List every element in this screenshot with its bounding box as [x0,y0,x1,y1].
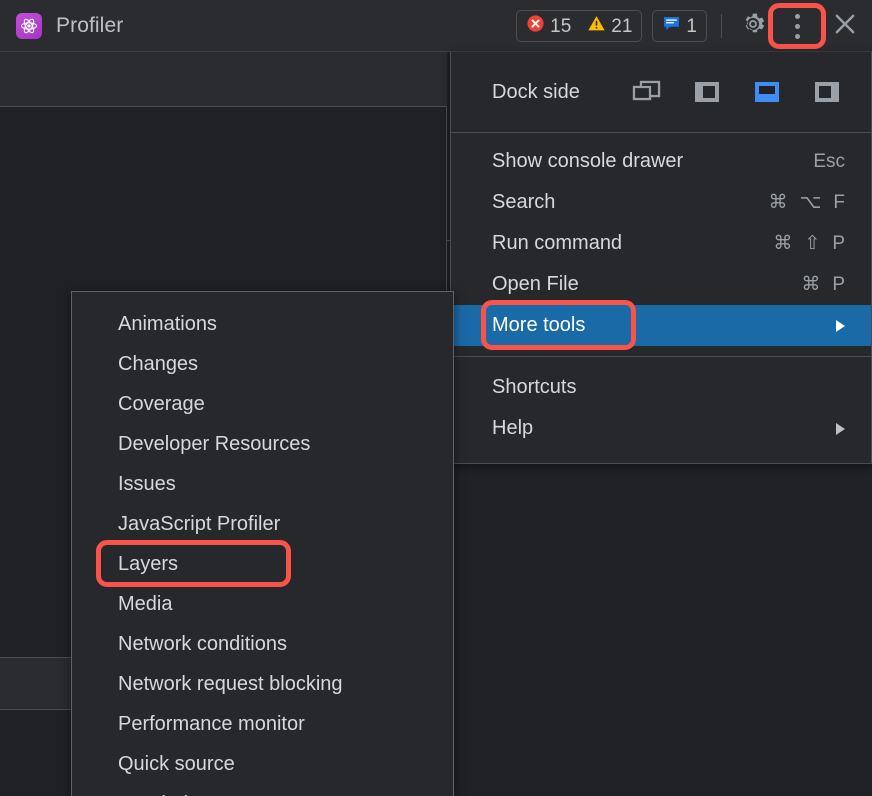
menu-item-shortcut: ⌘ ⌥ F [768,191,845,214]
submenu-item-rendering[interactable]: Rendering [72,784,453,796]
message-counter-group: 1 [662,14,697,38]
menu-item-shortcut: ⌘ P [801,273,845,296]
submenu-item-label: Rendering [118,793,210,796]
submenu-item-issues[interactable]: Issues [72,464,453,504]
shortcut-key: P [832,232,845,254]
menu-item-label: Shortcuts [492,376,577,398]
shortcut-key: ⌘ [801,274,821,295]
menu-items-secondary: Shortcuts Help [451,357,871,463]
warning-count: 21 [611,15,633,37]
shortcut-key: ⌥ [799,192,822,213]
submenu-item-javascript-profiler[interactable]: JavaScript Profiler [72,504,453,544]
submenu-item-label: Performance monitor [118,712,305,735]
submenu-item-label: Layers [118,552,179,575]
error-circle-icon [526,14,545,38]
submenu-item-label: Network request blocking [118,672,343,695]
gear-icon [740,11,766,42]
submenu-item-media[interactable]: Media [72,584,453,624]
shortcut-key: Esc [813,150,845,172]
submenu-item-changes[interactable]: Changes [72,344,453,384]
panel-toolbar-background [0,52,447,107]
message-counter[interactable]: 1 [652,10,707,42]
dock-side-label: Dock side [492,80,580,103]
menu-item-run-command[interactable]: Run command ⌘ ⇧ P [451,223,871,264]
submenu-item-layers[interactable]: Layers [72,540,453,587]
undock-into-separate-window-icon[interactable] [629,74,665,110]
dock-to-left-icon[interactable] [689,74,725,110]
react-atom-icon [16,12,42,39]
menu-item-label: Open File [492,273,579,295]
devtools-toolbar: Profiler 15 21 1 [0,0,872,52]
submenu-item-label: Network conditions [118,632,287,655]
chevron-right-icon [836,319,845,332]
menu-item-shortcuts[interactable]: Shortcuts [451,367,871,408]
submenu-item-performance-monitor[interactable]: Performance monitor [72,704,453,744]
menu-item-shortcut: ⌘ ⇧ P [773,232,845,255]
menu-item-label: More tools [492,314,586,336]
menu-item-more-tools[interactable]: More tools [451,300,871,350]
devtools-window: Profiler 15 21 1 Dock side Show console … [0,0,872,796]
menu-item-open-file[interactable]: Open File ⌘ P [451,264,871,305]
submenu-item-quick-source[interactable]: Quick source [72,744,453,784]
menu-item-help[interactable]: Help [451,408,871,449]
close-button[interactable] [828,9,862,43]
error-counter[interactable]: 15 [526,14,571,38]
error-count: 15 [550,15,572,37]
submenu-item-label: Media [118,592,173,615]
page-title: Profiler [56,13,124,37]
submenu-item-label: Quick source [118,752,235,775]
submenu-item-network-conditions[interactable]: Network conditions [72,624,453,664]
submenu-item-label: JavaScript Profiler [118,512,281,535]
settings-button[interactable] [736,9,770,43]
dock-side-row: Dock side [451,52,871,132]
submenu-item-network-request-blocking[interactable]: Network request blocking [72,664,453,704]
menu-items-primary: Show console drawer Esc Search ⌘ ⌥ F Run… [451,133,871,356]
three-dots-vertical-icon [794,13,800,39]
shortcut-key: P [832,273,845,295]
submenu-item-label: Animations [118,312,217,335]
dock-side-options [629,74,845,110]
more-options-button[interactable] [768,3,826,49]
menu-item-label: Run command [492,232,623,254]
toolbar-right-group: 15 21 1 [516,0,872,52]
warning-triangle-icon [587,14,606,38]
submenu-item-label: Coverage [118,392,205,415]
submenu-item-label: Developer Resources [118,432,311,455]
menu-item-shortcut: Esc [813,151,845,173]
menu-item-show-console-drawer[interactable]: Show console drawer Esc [451,141,871,182]
menu-item-label: Help [492,417,534,439]
dock-to-right-icon[interactable] [809,74,845,110]
shortcut-key: ⌘ [768,192,788,213]
message-bubble-icon [662,14,681,38]
issue-counters[interactable]: 15 21 [516,10,643,42]
submenu-item-coverage[interactable]: Coverage [72,384,453,424]
shortcut-key: ⇧ [804,233,821,254]
close-x-icon [831,10,859,43]
dock-to-bottom-icon[interactable] [749,74,785,110]
submenu-item-developer-resources[interactable]: Developer Resources [72,424,453,464]
shortcut-key: ⌘ [773,233,793,254]
shortcut-key: F [833,191,845,213]
toolbar-separator [721,14,722,38]
more-tools-submenu: Animations Changes Coverage Developer Re… [71,291,454,796]
menu-item-search[interactable]: Search ⌘ ⌥ F [451,182,871,223]
main-options-menu: Dock side Show console drawer Esc Search… [450,52,872,464]
chevron-right-icon [836,422,845,435]
warning-counter[interactable]: 21 [587,14,632,38]
panel-identity: Profiler [0,12,124,39]
submenu-item-animations[interactable]: Animations [72,304,453,344]
submenu-item-label: Changes [118,352,199,375]
menu-item-label: Show console drawer [492,150,684,172]
message-count: 1 [686,15,697,37]
menu-item-label: Search [492,191,556,213]
submenu-item-label: Issues [118,472,176,495]
